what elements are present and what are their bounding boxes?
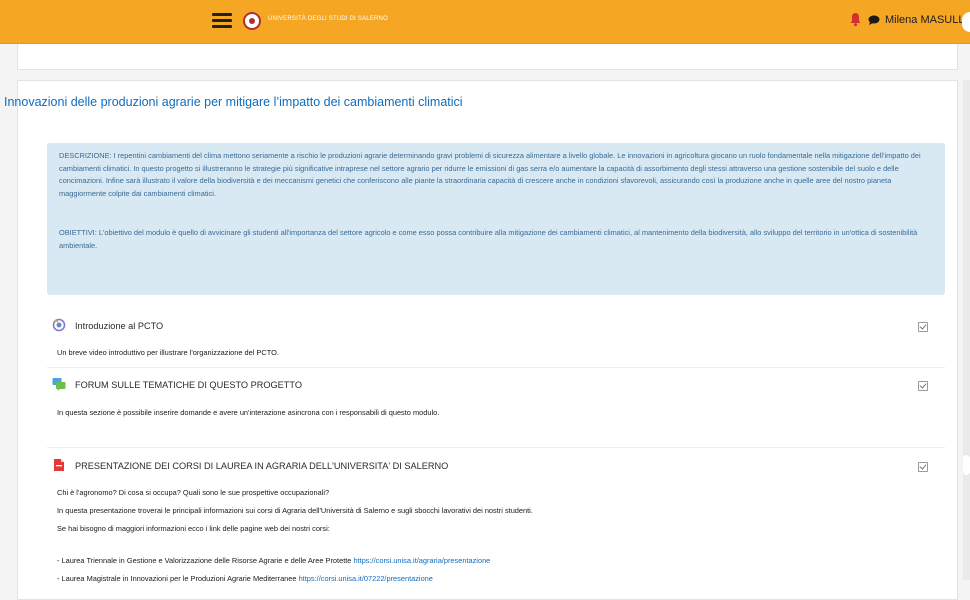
menu-bar xyxy=(212,19,232,22)
messages-bubble-icon[interactable] xyxy=(868,15,880,25)
site-name[interactable]: UNIVERSITÀ DEGLI STUDI DI SALERNO xyxy=(268,16,388,22)
menu-bar xyxy=(212,13,232,16)
menu-bar xyxy=(212,25,232,28)
course-link-label: - Laurea Triennale in Gestione e Valoriz… xyxy=(57,556,354,565)
activity-title[interactable]: PRESENTAZIONE DEI CORSI DI LAUREA IN AGR… xyxy=(75,461,448,471)
activity-text-line: Chi è l'agronomo? Di cosa si occupa? Qua… xyxy=(57,488,330,497)
activity-description: Un breve video introduttivo per illustra… xyxy=(57,348,279,357)
header-panel xyxy=(17,44,958,70)
video-icon xyxy=(52,318,66,332)
top-navbar: UNIVERSITÀ DEGLI STUDI DI SALERNO Milena… xyxy=(0,0,970,44)
user-avatar[interactable] xyxy=(962,12,970,32)
course-link[interactable]: https://corsi.unisa.it/07222/presentazio… xyxy=(299,574,433,583)
course-objectives: OBIETTIVI: L'obiettivo del modulo è quel… xyxy=(59,228,918,250)
course-link-line: - Laurea Triennale in Gestione e Valoriz… xyxy=(57,554,490,567)
forum-icon xyxy=(52,378,66,391)
course-summary-box: DESCRIZIONE: I repentini cambiamenti del… xyxy=(47,143,945,295)
notification-bell-icon[interactable] xyxy=(850,12,861,27)
pdf-icon xyxy=(54,459,64,471)
course-link-label: - Laurea Magistrale in Innovazioni per l… xyxy=(57,574,299,583)
course-description: DESCRIZIONE: I repentini cambiamenti del… xyxy=(59,151,921,199)
activity-presentation: PRESENTAZIONE DEI CORSI DI LAUREA IN AGR… xyxy=(47,450,945,585)
completion-checkbox[interactable] xyxy=(918,462,928,472)
university-logo[interactable] xyxy=(243,12,261,30)
user-menu[interactable]: Milena MASULLO xyxy=(885,14,970,26)
menu-toggle-button[interactable] xyxy=(212,13,232,29)
activity-text-line: In questa presentazione troverai le prin… xyxy=(57,506,533,515)
activity-title[interactable]: Introduzione al PCTO xyxy=(75,321,163,331)
activity-forum: FORUM SULLE TEMATICHE DI QUESTO PROGETTO… xyxy=(47,370,945,448)
course-title: Innovazioni delle produzioni agrarie per… xyxy=(4,95,463,109)
activity-video: Introduzione al PCTO Un breve video intr… xyxy=(47,310,945,368)
course-link[interactable]: https://corsi.unisa.it/agraria/presentaz… xyxy=(353,556,490,565)
activity-title[interactable]: FORUM SULLE TEMATICHE DI QUESTO PROGETTO xyxy=(75,380,302,390)
completion-checkbox[interactable] xyxy=(918,322,928,332)
activity-text-line: Se hai bisogno di maggiori informazioni … xyxy=(57,524,330,533)
scrollbar-track[interactable] xyxy=(963,80,970,580)
completion-checkbox[interactable] xyxy=(918,381,928,391)
activity-description: In questa sezione è possibile inserire d… xyxy=(57,408,440,417)
course-link-line: - Laurea Magistrale in Innovazioni per l… xyxy=(57,572,433,585)
scrollbar-handle[interactable] xyxy=(963,455,970,475)
